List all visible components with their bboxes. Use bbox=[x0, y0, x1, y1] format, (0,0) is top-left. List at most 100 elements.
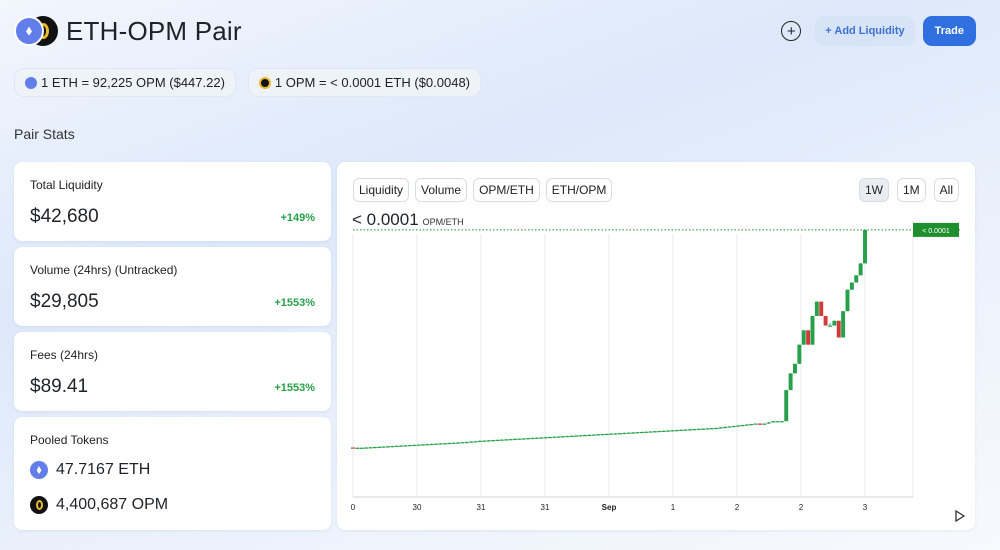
candle-body bbox=[788, 373, 793, 391]
candle-body bbox=[806, 330, 811, 345]
candle-body bbox=[617, 433, 622, 435]
x-tick-label: 31 bbox=[541, 503, 550, 512]
eth-logo-icon bbox=[14, 16, 44, 46]
candle-body bbox=[823, 315, 828, 326]
candle-body bbox=[626, 432, 631, 434]
pooled-token-amount: 47.7167 ETH bbox=[56, 461, 151, 478]
candle-body bbox=[368, 447, 373, 449]
candle-body bbox=[460, 442, 465, 444]
candle-body bbox=[403, 445, 408, 447]
stat-label: Total Liquidity bbox=[30, 178, 103, 192]
stat-value: $29,805 bbox=[30, 291, 99, 312]
candle-body bbox=[841, 311, 846, 338]
x-tick-label: 2 bbox=[735, 503, 740, 512]
candle-body bbox=[771, 421, 776, 423]
tab-liquidity[interactable]: Liquidity bbox=[353, 178, 410, 202]
candle-body bbox=[731, 425, 736, 428]
eth-icon bbox=[30, 461, 48, 479]
candle-body bbox=[762, 423, 767, 425]
eth-price-pill[interactable]: 1 ETH = 92,225 OPM ($447.22) bbox=[14, 68, 236, 97]
candle-body bbox=[705, 428, 710, 430]
candle-body bbox=[429, 443, 434, 446]
candle-body bbox=[482, 440, 487, 442]
candle-body bbox=[652, 431, 657, 433]
page-title: ETH-OPM Pair bbox=[66, 15, 242, 46]
candle-body bbox=[539, 437, 544, 439]
candle-body bbox=[613, 433, 618, 435]
stat-change: +1553% bbox=[274, 297, 315, 309]
candle-body bbox=[412, 444, 417, 447]
range-1w[interactable]: 1W bbox=[858, 178, 889, 202]
stat-label: Volume (24hrs) (Untracked) bbox=[30, 263, 178, 277]
candle-body bbox=[469, 441, 474, 443]
x-tick-label: 31 bbox=[477, 503, 486, 512]
candle-body bbox=[442, 443, 447, 445]
candle-body bbox=[639, 431, 644, 434]
trade-button[interactable]: Trade bbox=[922, 16, 976, 46]
candle-body bbox=[421, 444, 425, 446]
play-icon[interactable] bbox=[955, 510, 965, 522]
header-actions: + + Add Liquidity Trade bbox=[781, 16, 976, 46]
candle-body bbox=[565, 436, 570, 438]
range-all[interactable]: All bbox=[933, 178, 959, 202]
opm-price-pill[interactable]: 1 OPM = < 0.0001 ETH ($0.0048) bbox=[247, 68, 482, 97]
candle-body bbox=[351, 447, 355, 449]
add-liquidity-button[interactable]: + Add Liquidity bbox=[815, 16, 915, 46]
tab-volume[interactable]: Volume bbox=[415, 178, 468, 202]
candle-body bbox=[744, 424, 749, 426]
stat-label: Fees (24hrs) bbox=[30, 348, 99, 362]
candle-body bbox=[372, 447, 377, 449]
pooled-token-eth: 47.7167 ETH bbox=[30, 461, 150, 479]
candle-body bbox=[495, 439, 500, 442]
plus-circle-icon[interactable]: + bbox=[781, 21, 802, 41]
range-1m[interactable]: 1M bbox=[896, 178, 926, 202]
candle-body bbox=[486, 440, 491, 442]
candle-body bbox=[377, 446, 382, 448]
candle-body bbox=[709, 428, 714, 430]
candle-body bbox=[364, 447, 369, 449]
candle-body bbox=[661, 430, 666, 432]
candle-body bbox=[854, 275, 859, 283]
price-unit: OPM/ETH bbox=[422, 217, 464, 227]
candle-body bbox=[556, 436, 561, 438]
candle-body bbox=[828, 325, 832, 327]
tab-eth-opm[interactable]: ETH/OPM bbox=[545, 178, 613, 202]
candle-body bbox=[526, 438, 531, 440]
candle-body bbox=[622, 432, 627, 435]
candle-body bbox=[692, 429, 697, 431]
last-price-label: < 0.0001 bbox=[922, 228, 950, 235]
candle-body bbox=[578, 435, 583, 437]
candle-body bbox=[863, 229, 867, 264]
candle-body bbox=[416, 444, 421, 446]
candle-body bbox=[477, 440, 482, 442]
x-tick-label: 0 bbox=[351, 503, 356, 512]
candle-body bbox=[666, 430, 671, 432]
candle-body bbox=[635, 432, 640, 434]
section-title: Pair Stats bbox=[14, 126, 75, 142]
stat-label: Pooled Tokens bbox=[30, 433, 109, 447]
candle-body bbox=[683, 429, 688, 431]
candle-body bbox=[355, 447, 360, 449]
tab-opm-eth[interactable]: OPM/ETH bbox=[473, 178, 540, 202]
candle-body bbox=[832, 320, 837, 326]
candle-body bbox=[534, 437, 539, 439]
candle-body bbox=[561, 436, 566, 438]
stat-card-pooled-tokens: Pooled Tokens 47.7167 ETH 4,400,687 OPM bbox=[14, 417, 331, 530]
candle-body bbox=[517, 438, 522, 440]
candle-body bbox=[504, 439, 509, 441]
range-tabs: 1W 1M All bbox=[858, 178, 959, 202]
candle-body bbox=[451, 442, 456, 444]
candle-body bbox=[797, 344, 802, 364]
stat-card-fees: Fees (24hrs) $89.41 +1553% bbox=[14, 332, 331, 411]
candle-body bbox=[766, 422, 771, 424]
candle-body bbox=[407, 445, 412, 447]
stat-value: $89.41 bbox=[30, 376, 89, 397]
chart-tabs: Liquidity Volume OPM/ETH ETH/OPM bbox=[353, 178, 613, 202]
candle-body bbox=[657, 430, 662, 433]
candle-body bbox=[758, 423, 762, 425]
pooled-token-amount: 4,400,687 OPM bbox=[56, 496, 169, 513]
candle-body bbox=[749, 424, 754, 426]
candle-body bbox=[512, 438, 517, 441]
candle-body bbox=[381, 446, 386, 448]
opm-icon bbox=[258, 76, 271, 89]
